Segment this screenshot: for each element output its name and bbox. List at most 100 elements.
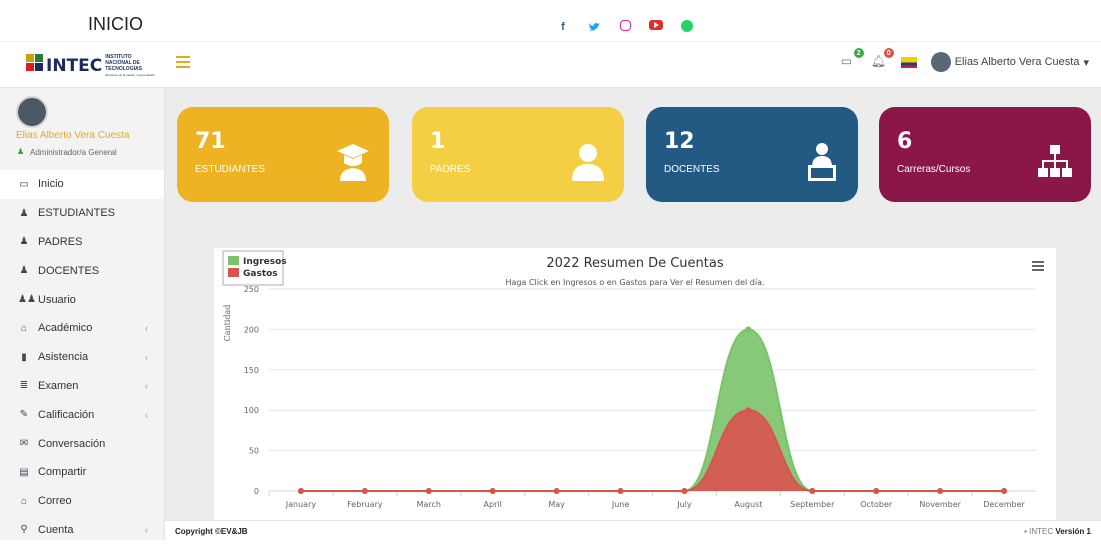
academic-icon: ⌂	[20, 322, 28, 334]
y-tick-label: 50	[249, 447, 259, 456]
x-tick-label: November	[919, 500, 961, 509]
alerts-badge: 0	[883, 48, 894, 58]
sidebar-item-compartir[interactable]: ▤ Compartir	[0, 458, 164, 487]
copyright-text: Copyright ©EV&JB	[175, 527, 248, 536]
chevron-left-icon: ‹	[145, 352, 148, 363]
legend-label-ingresos: Ingresos	[243, 257, 287, 267]
account-icon: ⚲	[20, 524, 28, 536]
x-tick-label: October	[860, 500, 893, 509]
sidebar-item-label: Inicio	[38, 178, 64, 191]
stat-value: 1	[430, 129, 446, 154]
grade-icon: ✎	[19, 409, 29, 421]
stat-value: 12	[664, 129, 695, 154]
chevron-left-icon: ‹	[145, 323, 148, 334]
sidebar-item-correo[interactable]: ⌂ Correo	[0, 487, 164, 516]
data-point-gastos	[297, 488, 304, 494]
x-tick-label: December	[983, 500, 1025, 509]
sidebar-item-label: PADRES	[38, 235, 83, 248]
monitor-icon: ▭	[19, 178, 29, 190]
sidebar-item-label: Cuenta	[38, 523, 74, 536]
ecuador-flag-icon[interactable]	[900, 56, 917, 68]
sidebar-item-label: Académico	[38, 322, 93, 335]
data-point-gastos	[425, 488, 432, 494]
data-point-gastos	[361, 488, 368, 494]
sidebar-item-label: Compartir	[38, 466, 87, 479]
bell-icon[interactable]: 🔔︎ 0	[871, 48, 894, 70]
attendance-icon: ▮	[21, 351, 27, 363]
sidebar-item-estudiantes[interactable]: ♟ ESTUDIANTES	[0, 199, 164, 228]
user-name: Elias Alberto Vera Cuesta	[954, 56, 1080, 68]
data-point-gastos	[745, 407, 752, 414]
sitemap-icon	[1037, 141, 1073, 181]
twitter-icon[interactable]	[588, 20, 602, 34]
sidebar-item-academico[interactable]: ⌂ Académico ‹	[0, 314, 164, 343]
x-tick-label: February	[347, 500, 383, 509]
sidebar-item-label: Examen	[38, 379, 79, 392]
graduate-icon	[335, 141, 371, 181]
profile-role: Administrador/a General	[30, 148, 117, 157]
data-point-gastos	[617, 488, 624, 494]
stat-card-estudiantes[interactable]: 71 ESTUDIANTES	[177, 107, 389, 202]
social-links: f	[556, 20, 693, 34]
messages-icon[interactable]: ▭ 2	[841, 48, 864, 70]
stat-label: PADRES	[430, 164, 471, 175]
stat-label: ESTUDIANTES	[195, 164, 266, 175]
chart-menu-icon[interactable]	[1032, 261, 1044, 271]
chart-subtitle: Haga Click en Ingresos o en Gastos para …	[505, 278, 764, 287]
x-tick-label: July	[676, 500, 692, 509]
sidebar-item-inicio[interactable]: ▭ Inicio	[0, 170, 164, 199]
y-tick-label: 150	[244, 366, 259, 375]
sidebar-item-calificacion[interactable]: ✎ Calificación ‹	[0, 400, 164, 429]
data-point-gastos	[937, 488, 944, 494]
y-tick-label: 200	[244, 325, 259, 334]
intec-logo[interactable]: INTEC INSTITUTO NACIONAL DE TECNOLOGÍAS …	[24, 50, 164, 82]
y-tick-label: 0	[254, 487, 259, 496]
stat-card-carrerascursos[interactable]: 6 Carreras/Cursos	[879, 107, 1091, 202]
x-tick-label: April	[484, 500, 502, 509]
sidebar-item-label: ESTUDIANTES	[38, 207, 116, 220]
x-tick-label: September	[790, 500, 835, 509]
whatsapp-icon[interactable]	[681, 20, 693, 32]
sidebar-item-usuario[interactable]: ♟♟ Usuario	[0, 285, 164, 314]
facebook-icon[interactable]: f	[556, 20, 570, 34]
student-icon: ♟	[19, 207, 29, 219]
sidebar-item-label: Correo	[38, 495, 72, 508]
logo-emblem-icon	[26, 54, 43, 71]
x-tick-label: August	[734, 500, 762, 509]
y-tick-label: 250	[244, 285, 259, 294]
chevron-down-icon: ▾	[1083, 56, 1089, 69]
sidebar-item-padres[interactable]: ♟ PADRES	[0, 228, 164, 257]
instagram-icon[interactable]	[620, 20, 631, 31]
stat-label: Carreras/Cursos	[897, 164, 971, 175]
share-icon: ▤	[19, 466, 29, 478]
chart-legend: Ingresos Gastos	[222, 250, 287, 286]
version-info: ▪ INTEC Versión 1	[1024, 527, 1091, 536]
stat-card-padres[interactable]: 1 PADRES	[412, 107, 624, 202]
sidebar-item-label: Asistencia	[38, 351, 89, 364]
x-tick-label: March	[417, 500, 441, 509]
parent-icon: ♟	[19, 236, 29, 248]
data-point-gastos	[489, 488, 496, 494]
menu-toggle-icon[interactable]	[176, 56, 190, 68]
sidebar-menu: ▭ Inicio ♟ ESTUDIANTES ♟ PADRES ♟ DOCENT…	[0, 170, 164, 544]
user-role-icon: ♟	[17, 147, 25, 156]
data-point-gastos	[681, 488, 688, 494]
sidebar-item-conversacion[interactable]: ✉ Conversación	[0, 429, 164, 458]
user-menu[interactable]: Elias Alberto Vera Cuesta ▾	[930, 52, 1089, 72]
data-point-ingresos	[745, 326, 752, 333]
stat-card-docentes[interactable]: 12 DOCENTES	[646, 107, 858, 202]
data-point-gastos	[809, 488, 816, 494]
youtube-icon[interactable]	[649, 20, 663, 30]
profile-name: Elias Alberto Vera Cuesta	[16, 130, 130, 141]
intec-small-icon: ▪	[1024, 527, 1027, 536]
sidebar-item-asistencia[interactable]: ▮ Asistencia ‹	[0, 343, 164, 372]
sidebar-item-docentes[interactable]: ♟ DOCENTES	[0, 256, 164, 285]
page-title: INICIO	[88, 14, 144, 34]
stat-value: 6	[897, 129, 913, 154]
sidebar-item-examen[interactable]: ≣ Examen ‹	[0, 372, 164, 401]
legend-swatch	[228, 256, 239, 265]
sidebar-item-label: Usuario	[38, 293, 76, 306]
legend-swatch	[228, 268, 239, 277]
sidebar-item-label: DOCENTES	[38, 264, 100, 277]
mail-icon: ⌂	[20, 495, 28, 507]
